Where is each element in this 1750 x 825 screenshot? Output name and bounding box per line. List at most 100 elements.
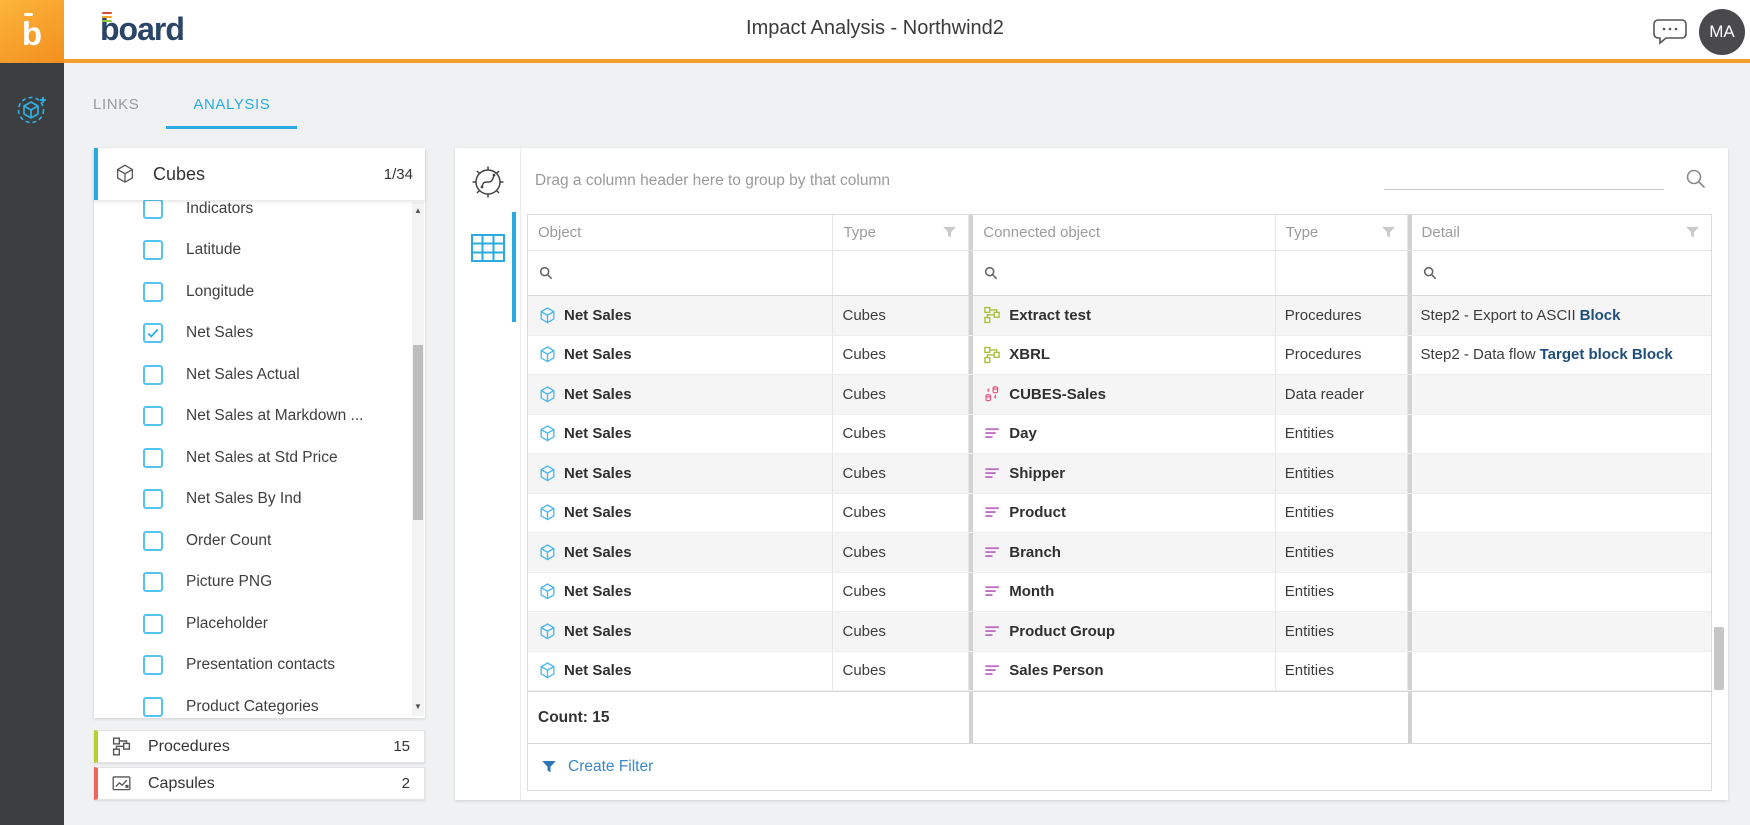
checkbox-checked[interactable]: [143, 323, 163, 343]
capsules-section[interactable]: Capsules 2: [94, 767, 425, 800]
cube-list-item[interactable]: Picture PNG: [94, 562, 411, 604]
table-row[interactable]: Net Sales Cubes Day Entities: [528, 415, 1711, 455]
connected-object-cell[interactable]: Month: [973, 573, 1275, 612]
connected-object-cell[interactable]: Product Group: [973, 612, 1275, 651]
object-name: Net Sales: [564, 425, 632, 442]
table-row[interactable]: Net Sales Cubes Sales Person Entities: [528, 652, 1711, 692]
grid-view-icon[interactable]: [470, 232, 506, 264]
checkbox[interactable]: [143, 200, 163, 219]
scrollbar-thumb[interactable]: [413, 345, 423, 520]
connected-object-cell[interactable]: Day: [973, 415, 1275, 454]
procedures-section[interactable]: Procedures 15: [94, 730, 425, 763]
cube-list-item[interactable]: Order Count: [94, 520, 411, 562]
checkbox[interactable]: [143, 697, 163, 717]
filter-funnel-icon[interactable]: [1684, 224, 1701, 241]
col-header-detail[interactable]: Detail: [1412, 215, 1711, 250]
table-row[interactable]: Net Sales Cubes Extract test Procedures …: [528, 296, 1711, 336]
object-type-cell: Cubes: [833, 612, 969, 651]
cube-list-item[interactable]: Product Categories: [94, 686, 411, 718]
impact-analysis-icon[interactable]: [12, 89, 52, 129]
tab-analysis[interactable]: ANALYSIS: [166, 86, 297, 129]
tab-links[interactable]: LINKS: [66, 86, 166, 129]
object-cell[interactable]: Net Sales: [528, 573, 833, 612]
object-cell[interactable]: Net Sales: [528, 612, 833, 651]
grid-count-row: Count: 15: [528, 691, 1711, 743]
col-header-type1[interactable]: Type: [833, 215, 969, 250]
checkbox[interactable]: [143, 240, 163, 260]
connected-object-cell[interactable]: XBRL: [973, 336, 1275, 375]
table-row[interactable]: Net Sales Cubes Branch Entities: [528, 533, 1711, 573]
grid-search-box[interactable]: [1384, 162, 1664, 190]
checkbox[interactable]: [143, 614, 163, 634]
connected-object-cell[interactable]: Branch: [973, 533, 1275, 572]
grid-scrollbar-thumb[interactable]: [1714, 627, 1724, 690]
checkbox[interactable]: [143, 572, 163, 592]
cube-list-item[interactable]: Net Sales at Std Price: [94, 437, 411, 479]
table-row[interactable]: Net Sales Cubes XBRL Procedures Step2 - …: [528, 336, 1711, 376]
checkbox[interactable]: [143, 489, 163, 509]
table-row[interactable]: Net Sales Cubes Product Group Entities: [528, 612, 1711, 652]
table-row[interactable]: Net Sales Cubes CUBES-Sales Data reader: [528, 375, 1711, 415]
object-cell[interactable]: Net Sales: [528, 494, 833, 533]
user-avatar[interactable]: MA: [1699, 9, 1745, 55]
chat-bubble-icon[interactable]: [1650, 15, 1690, 49]
table-row[interactable]: Net Sales Cubes Month Entities: [528, 573, 1711, 613]
graph-view-icon[interactable]: [468, 162, 508, 202]
filter-connected-cell[interactable]: [973, 251, 1275, 295]
cube-item-label: Net Sales: [186, 324, 253, 342]
checkbox[interactable]: [143, 531, 163, 551]
cubes-panel-header[interactable]: Cubes 1/34: [94, 148, 425, 200]
grid-filter-row: [528, 251, 1711, 296]
col-header-connected[interactable]: Connected object: [973, 215, 1275, 250]
filter-funnel-icon[interactable]: [1380, 224, 1397, 241]
cube-list-item[interactable]: Net Sales: [94, 313, 411, 355]
detail-bold-text: Block: [1580, 307, 1621, 324]
table-row[interactable]: Net Sales Cubes Shipper Entities: [528, 454, 1711, 494]
cube-list-item[interactable]: Net Sales at Markdown ...: [94, 396, 411, 438]
col-label: Type: [843, 224, 876, 241]
search-icon[interactable]: [1683, 166, 1709, 192]
object-cell[interactable]: Net Sales: [528, 533, 833, 572]
filter-funnel-icon[interactable]: [941, 224, 958, 241]
connected-object-cell[interactable]: Extract test: [973, 296, 1275, 335]
connected-object-cell[interactable]: Shipper: [973, 454, 1275, 493]
object-name: Net Sales: [564, 307, 632, 324]
grid-search-input[interactable]: [1384, 162, 1664, 189]
cube-list-item[interactable]: Presentation contacts: [94, 645, 411, 687]
checkbox[interactable]: [143, 406, 163, 426]
filter-type1-cell[interactable]: [833, 251, 969, 295]
connected-object-cell[interactable]: Product: [973, 494, 1275, 533]
scroll-down-icon[interactable]: ▼: [412, 700, 424, 714]
object-cell[interactable]: Net Sales: [528, 336, 833, 375]
object-cell[interactable]: Net Sales: [528, 375, 833, 414]
filter-object-cell[interactable]: [528, 251, 833, 295]
filter-type2-cell[interactable]: [1276, 251, 1408, 295]
scroll-up-icon[interactable]: ▲: [412, 204, 424, 218]
count-spacer: [1412, 692, 1711, 743]
object-name: Net Sales: [564, 346, 632, 363]
cube-list-item[interactable]: Latitude: [94, 230, 411, 272]
object-cell[interactable]: Net Sales: [528, 454, 833, 493]
object-cell[interactable]: Net Sales: [528, 652, 833, 691]
cube-list-item[interactable]: Longitude: [94, 271, 411, 313]
cube-list-item[interactable]: Indicators: [94, 200, 411, 230]
checkbox[interactable]: [143, 448, 163, 468]
object-cell[interactable]: Net Sales: [528, 296, 833, 335]
cube-list-item[interactable]: Net Sales By Ind: [94, 479, 411, 521]
checkbox[interactable]: [143, 655, 163, 675]
connected-object-cell[interactable]: Sales Person: [973, 652, 1275, 691]
checkbox[interactable]: [143, 365, 163, 385]
col-header-type2[interactable]: Type: [1276, 215, 1408, 250]
cube-list-item[interactable]: Placeholder: [94, 603, 411, 645]
cube-list-item[interactable]: Net Sales Actual: [94, 354, 411, 396]
connected-object-cell[interactable]: CUBES-Sales: [973, 375, 1275, 414]
cube-icon: [537, 661, 557, 681]
entity-icon: [982, 661, 1002, 681]
table-row[interactable]: Net Sales Cubes Product Entities: [528, 494, 1711, 534]
checkbox[interactable]: [143, 282, 163, 302]
create-filter-button[interactable]: Create Filter: [528, 743, 1711, 790]
filter-detail-cell[interactable]: [1412, 251, 1711, 295]
col-header-object[interactable]: Object: [528, 215, 833, 250]
object-cell[interactable]: Net Sales: [528, 415, 833, 454]
cube-list-scrollbar[interactable]: ▲ ▼: [412, 202, 424, 716]
